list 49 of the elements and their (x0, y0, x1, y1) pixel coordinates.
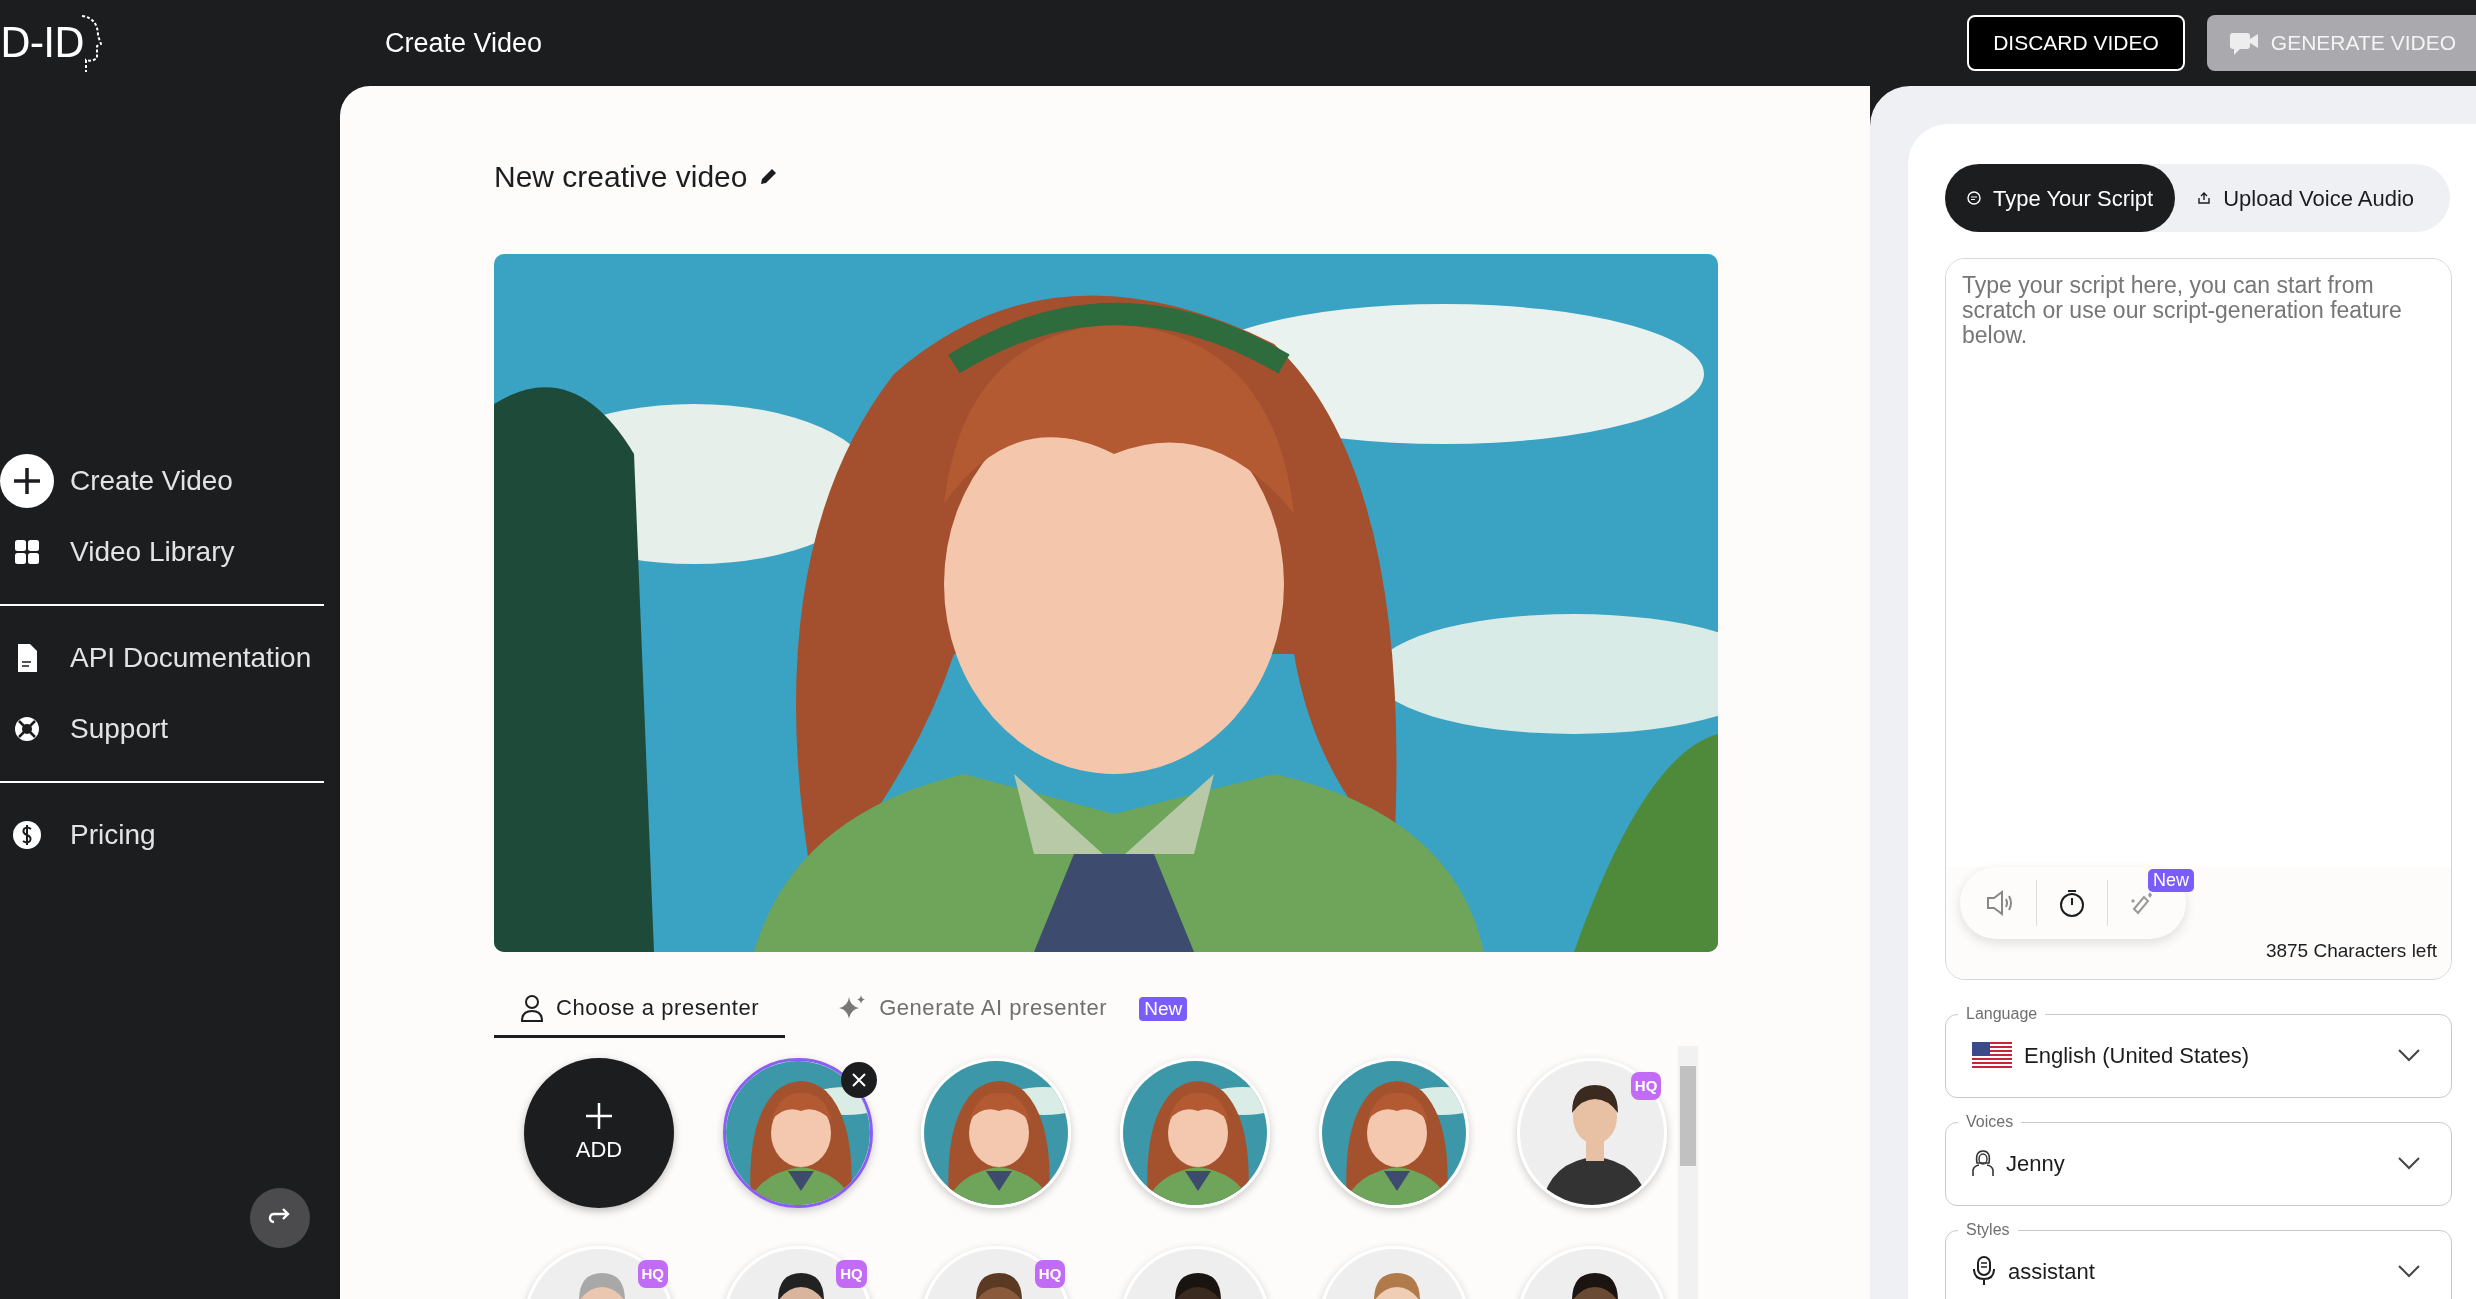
new-badge: New (2148, 869, 2194, 892)
plus-icon (0, 454, 54, 508)
hq-badge: HQ (637, 1260, 668, 1288)
field-value: English (United States) (2024, 1041, 2250, 1070)
sidebar-item[interactable]: Video Library (0, 522, 235, 582)
select-field[interactable]: Voices Jenny (1945, 1112, 2452, 1206)
chevron-down-icon (2397, 1048, 2421, 1062)
video-title: New creative video (494, 158, 748, 195)
field-label: Language (1965, 1004, 2039, 1024)
field-value: assistant (2008, 1257, 2096, 1286)
page-title: Create Video (385, 26, 543, 60)
hq-badge: HQ (836, 1260, 867, 1288)
presenter-tab[interactable]: Generate AI presenter (811, 980, 1134, 1038)
chevron-down-icon (2397, 1264, 2421, 1278)
script-field[interactable]: Type your script here, you can start from scratch or use our script-generation feature below. New 3875 Characters left (1945, 258, 2452, 980)
select-field[interactable]: Styles assistant (1945, 1220, 2452, 1299)
us-flag-icon (1972, 1042, 2012, 1068)
discard-button[interactable]: DISCARD VIDEO (1967, 15, 2185, 71)
close-icon (851, 1073, 866, 1087)
person-icon (520, 993, 544, 1022)
chat-icon (1967, 191, 1981, 205)
person-icon (1972, 1149, 1994, 1177)
sidebar-item[interactable]: Create Video (0, 451, 233, 511)
upload-icon (2197, 191, 2212, 205)
microphone-icon (1972, 1256, 1996, 1286)
redirect-button[interactable] (250, 1188, 310, 1248)
field-value: Jenny (2006, 1149, 2066, 1178)
add-presenter-button[interactable]: ADD (524, 1058, 674, 1208)
script-tab[interactable]: Upload Voice Audio (2175, 164, 2437, 232)
hq-badge: HQ (1630, 1072, 1662, 1100)
speaker-icon[interactable] (1984, 889, 2014, 917)
stopwatch-icon[interactable] (2059, 888, 2085, 918)
field-label: Styles (1965, 1220, 2011, 1240)
logo[interactable]: D-ID (0, 13, 84, 73)
video-camera-icon (2228, 30, 2259, 56)
field-label: Voices (1965, 1112, 2015, 1132)
plus-icon (584, 1100, 614, 1131)
select-field[interactable]: Language English (United States) (1945, 1004, 2452, 1098)
characters-left: 3875 Characters left (2265, 938, 2437, 963)
sidebar-item[interactable]: Support (0, 699, 169, 759)
chevron-down-icon (2397, 1156, 2421, 1170)
sidebar-item[interactable]: Pricing (0, 805, 156, 865)
scrollbar[interactable] (1678, 1046, 1698, 1299)
remove-button[interactable] (840, 1062, 877, 1098)
presenter-tab[interactable]: Choose a presenter (494, 980, 786, 1038)
hq-badge: HQ (1034, 1260, 1066, 1288)
new-badge: New (1139, 997, 1188, 1021)
script-tab[interactable]: Type Your Script (1945, 164, 2176, 232)
sidebar-item[interactable]: API Documentation (0, 628, 312, 688)
